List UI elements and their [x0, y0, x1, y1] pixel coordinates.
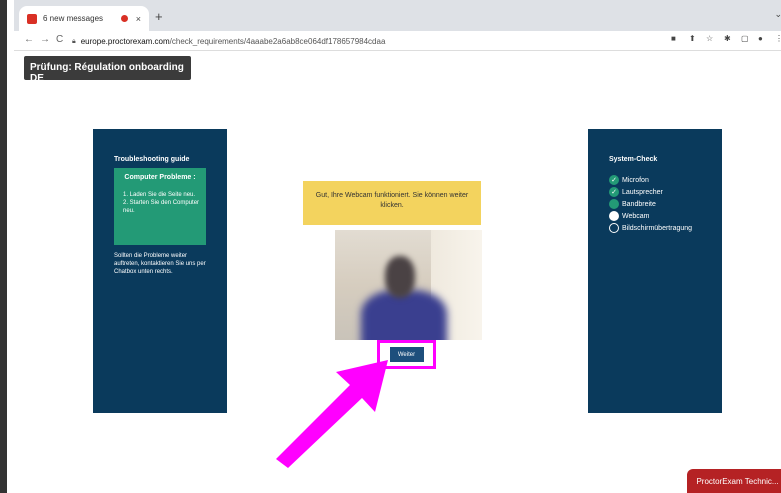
camera-icon[interactable]: ■ [671, 34, 676, 43]
problem-step: 1. Laden Sie die Seite neu. [123, 192, 196, 198]
address-bar: ← → C 🔒︎ europe.proctorexam.com /check_r… [14, 31, 781, 51]
tab-title: 6 new messages [43, 14, 104, 23]
sidepanel-icon[interactable]: ▢ [741, 34, 749, 43]
webcam-preview [335, 230, 482, 340]
problem-step: 2. Starten Sie den Computer neu. [123, 200, 200, 214]
bookmark-star-icon[interactable]: ☆ [706, 34, 713, 43]
checkmark-icon: ✓ [609, 175, 619, 185]
support-chat-button[interactable]: ProctorExam Technic... [687, 469, 781, 493]
troubleshooting-panel: Troubleshooting guide Computer Probleme … [93, 129, 227, 413]
problem-title: Computer Probleme : [124, 174, 196, 181]
tab-bar: 6 new messages × + ⌄ [14, 0, 781, 31]
share-icon[interactable]: ⬆ [689, 34, 696, 43]
lock-icon: 🔒︎ [72, 37, 76, 45]
filled-circle-icon [609, 211, 619, 221]
check-item-screen-sharing: Bildschirmübertragung [609, 222, 692, 234]
troubleshooting-text: Sollten die Probleme weiter auftreten, k… [114, 253, 206, 275]
check-item-label: Bildschirmübertragung [622, 224, 693, 232]
check-item-label: Microfon [622, 176, 649, 184]
url-host: europe.proctorexam.com [80, 37, 170, 46]
tab-menu-icon[interactable]: ⌄ [774, 9, 781, 20]
exam-title: Prüfung: Régulation onboarding DE [24, 56, 191, 84]
empty-circle-icon [609, 223, 619, 233]
reload-icon[interactable]: C [56, 34, 63, 45]
webcam-status-message: Gut, Ihre Webcam funktioniert. Sie könne… [303, 181, 481, 225]
system-check-panel: System-Check ✓ Microfon ✓ Lautsprecher B… [588, 129, 722, 413]
check-item-label: Lautsprecher [622, 188, 663, 196]
check-item-bandbreite: Bandbreite [609, 198, 692, 210]
recording-icon [120, 15, 128, 22]
extensions-icon[interactable]: ✱ [724, 34, 731, 43]
check-item-label: Bandbreite [622, 200, 656, 208]
browser-window: 6 new messages × + ⌄ ← → C 🔒︎ europe.pro… [0, 0, 781, 493]
pointer-arrow-icon [276, 360, 388, 468]
check-item-lautsprecher: ✓ Lautsprecher [609, 186, 692, 198]
progress-circle-icon [609, 199, 619, 209]
check-item-microfon: ✓ Microfon [609, 174, 692, 186]
system-check-list: ✓ Microfon ✓ Lautsprecher Bandbreite Web… [609, 174, 692, 234]
back-icon[interactable]: ← [24, 34, 34, 45]
checkmark-icon: ✓ [609, 187, 619, 197]
weiter-button[interactable]: Weiter [389, 347, 424, 362]
profile-icon[interactable]: ● [758, 34, 763, 43]
troubleshooting-heading: Troubleshooting guide [114, 156, 190, 163]
computer-problems-box: Computer Probleme : 1. Laden Sie die Sei… [114, 168, 206, 245]
new-tab-button[interactable]: + [155, 9, 163, 24]
close-icon[interactable]: × [136, 14, 141, 24]
more-icon[interactable]: ⋮ [775, 34, 781, 43]
url-path: /check_requirements/4aaabe2a6ab8ce064df1… [169, 37, 386, 46]
forward-icon[interactable]: → [40, 34, 50, 45]
url-field[interactable]: 🔒︎ europe.proctorexam.com /check_require… [72, 34, 612, 49]
check-item-label: Webcam [622, 212, 650, 220]
tab-proctorexam[interactable]: 6 new messages × [19, 6, 149, 31]
system-check-heading: System-Check [609, 156, 658, 163]
check-item-webcam: Webcam [609, 210, 692, 222]
page-content: Prüfung: Régulation onboarding DE Troubl… [14, 51, 781, 493]
webcam-person-face [385, 256, 415, 298]
shield-icon [27, 13, 37, 24]
